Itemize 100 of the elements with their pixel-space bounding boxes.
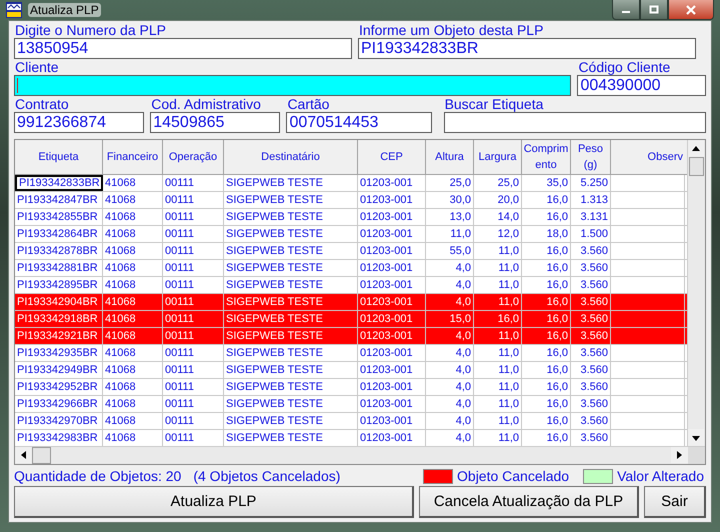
column-header[interactable]: Altura xyxy=(426,140,474,174)
table-cell: 11,0 xyxy=(474,328,522,344)
table-row[interactable]: PI193342878BR 41068 00111 SIGEPWEB TESTE 01203-001 55,0 11,0 16,0 3.560 xyxy=(15,243,687,260)
table-cell: 35,0 xyxy=(522,175,571,191)
table-cell: 01203-001 xyxy=(358,226,426,242)
table-cell: 01203-001 xyxy=(358,379,426,395)
horizontal-scrollbar[interactable] xyxy=(15,446,705,464)
table-row[interactable]: PI193342983BR 41068 00111 SIGEPWEB TESTE 01203-001 4,0 11,0 16,0 3.560 xyxy=(15,430,687,446)
table-cell: 41068 xyxy=(103,260,163,276)
scroll-thumb[interactable] xyxy=(32,447,51,464)
table-cell: 1.313 xyxy=(571,192,611,208)
column-header[interactable]: Destinatário xyxy=(224,140,358,174)
table-cell: 4,0 xyxy=(426,396,474,412)
column-header[interactable]: CEP xyxy=(358,140,426,174)
table-cell: 41068 xyxy=(103,379,163,395)
table-cell: PI193342878BR xyxy=(15,243,103,259)
legend-label: Valor Alterado xyxy=(617,468,704,484)
table-cell: 3.131 xyxy=(571,209,611,225)
column-header[interactable]: Largura xyxy=(474,140,522,174)
input-field[interactable]: 004390000 xyxy=(577,75,706,96)
table-row[interactable]: PI193342881BR 41068 00111 SIGEPWEB TESTE 01203-001 4,0 11,0 16,0 3.560 xyxy=(15,260,687,277)
table-row[interactable]: PI193342847BR 41068 00111 SIGEPWEB TESTE 01203-001 30,0 20,0 16,0 1.313 xyxy=(15,192,687,209)
field-label: Cliente xyxy=(14,60,60,75)
table-row[interactable]: PI193342966BR 41068 00111 SIGEPWEB TESTE 01203-001 4,0 11,0 16,0 3.560 xyxy=(15,396,687,413)
table-row[interactable]: PI193342949BR 41068 00111 SIGEPWEB TESTE 01203-001 4,0 11,0 16,0 3.560 xyxy=(15,362,687,379)
input-field[interactable]: PI193342833BR xyxy=(358,38,696,59)
table-cell: 11,0 xyxy=(474,379,522,395)
action-button[interactable]: Sair xyxy=(644,486,706,518)
table-row[interactable]: PI193342895BR 41068 00111 SIGEPWEB TESTE 01203-001 4,0 11,0 16,0 3.560 xyxy=(15,277,687,294)
table-cell: 3.560 xyxy=(571,413,611,429)
table-row[interactable]: PI193342952BR 41068 00111 SIGEPWEB TESTE 01203-001 4,0 11,0 16,0 3.560 xyxy=(15,379,687,396)
table-cell: 00111 xyxy=(163,362,224,378)
column-header[interactable]: Peso (g) xyxy=(571,140,611,174)
maximize-button[interactable] xyxy=(640,0,668,20)
close-button[interactable] xyxy=(668,0,714,20)
table-cell: 11,0 xyxy=(474,277,522,293)
scroll-right-icon[interactable] xyxy=(671,447,688,463)
field-label: Contrato xyxy=(14,97,70,112)
minimize-button[interactable] xyxy=(612,0,640,20)
table-cell: 3.560 xyxy=(571,396,611,412)
table-cell: 4,0 xyxy=(426,294,474,310)
table-cell: SIGEPWEB TESTE xyxy=(224,294,358,310)
field-label: Código Cliente xyxy=(577,60,672,75)
table-cell: 00111 xyxy=(163,192,224,208)
table-row[interactable]: PI193342855BR 41068 00111 SIGEPWEB TESTE 01203-001 13,0 14,0 16,0 3.131 xyxy=(15,209,687,226)
field-label: Informe um Objeto desta PLP xyxy=(358,23,544,38)
vertical-scrollbar[interactable] xyxy=(687,140,705,446)
column-header[interactable]: Observ xyxy=(611,140,685,174)
close-icon[interactable] xyxy=(685,4,697,14)
input-field[interactable]: 0070514453 xyxy=(286,112,432,133)
table-cell: 16,0 xyxy=(522,277,571,293)
table-row[interactable]: PI193342918BR 41068 00111 SIGEPWEB TESTE 01203-001 15,0 16,0 16,0 3.560 xyxy=(15,311,687,328)
table-cell: 16,0 xyxy=(522,345,571,361)
table-row[interactable]: PI193342864BR 41068 00111 SIGEPWEB TESTE 01203-001 11,0 12,0 18,0 1.500 xyxy=(15,226,687,243)
action-button[interactable]: Atualiza PLP xyxy=(14,486,414,518)
maximize-icon[interactable] xyxy=(649,5,659,14)
table-cell: 16,0 xyxy=(522,413,571,429)
table-cell: 41068 xyxy=(103,413,163,429)
column-header[interactable]: Operação xyxy=(163,140,224,174)
table-cell: 55,0 xyxy=(426,243,474,259)
table-cell: 00111 xyxy=(163,413,224,429)
scroll-down-icon[interactable] xyxy=(688,429,704,446)
table-cell: SIGEPWEB TESTE xyxy=(224,328,358,344)
table-cell: 11,0 xyxy=(474,243,522,259)
input-field[interactable] xyxy=(444,112,706,133)
table-cell: PI193342966BR xyxy=(15,396,103,412)
table-cell: 00111 xyxy=(163,379,224,395)
table-row[interactable]: PI193342904BR 41068 00111 SIGEPWEB TESTE 01203-001 4,0 11,0 16,0 3.560 xyxy=(15,294,687,311)
action-button[interactable]: Cancela Atualização da PLP xyxy=(419,486,639,518)
scroll-left-icon[interactable] xyxy=(15,447,32,463)
table-cell: SIGEPWEB TESTE xyxy=(224,396,358,412)
table-cell: 00111 xyxy=(163,328,224,344)
input-field[interactable]: 9912366874 xyxy=(14,112,144,133)
table-cell: 00111 xyxy=(163,175,224,191)
column-header[interactable]: Etiqueta xyxy=(15,140,103,174)
table-cell: 3.560 xyxy=(571,362,611,378)
table-cell: 00111 xyxy=(163,226,224,242)
input-field[interactable]: 13850954 xyxy=(14,38,352,59)
table-row[interactable]: PI193342833BR 41068 00111 SIGEPWEB TESTE 01203-001 25,0 25,0 35,0 5.250 xyxy=(15,175,687,192)
table-cell: 25,0 xyxy=(474,175,522,191)
table-row[interactable]: PI193342935BR 41068 00111 SIGEPWEB TESTE 01203-001 4,0 11,0 16,0 3.560 xyxy=(15,345,687,362)
scrollbar-corner xyxy=(688,447,705,464)
scroll-up-icon[interactable] xyxy=(688,140,704,157)
table-cell: 01203-001 xyxy=(358,277,426,293)
column-header[interactable]: Financeiro xyxy=(103,140,163,174)
table-cell: 01203-001 xyxy=(358,396,426,412)
column-header[interactable]: Comprim ento xyxy=(522,140,571,174)
table-cell: 16,0 xyxy=(522,396,571,412)
table-row[interactable]: PI193342970BR 41068 00111 SIGEPWEB TESTE 01203-001 4,0 11,0 16,0 3.560 xyxy=(15,413,687,430)
input-field[interactable]: 14509865 xyxy=(150,112,280,133)
input-field[interactable] xyxy=(14,75,572,96)
table-cell: 3.560 xyxy=(571,294,611,310)
table-cell: 16,0 xyxy=(522,294,571,310)
table-cell: 4,0 xyxy=(426,260,474,276)
table-row[interactable]: PI193342921BR 41068 00111 SIGEPWEB TESTE 01203-001 4,0 11,0 16,0 3.560 xyxy=(15,328,687,345)
scroll-thumb[interactable] xyxy=(689,157,704,176)
app-logo-icon xyxy=(6,2,22,18)
table-cell: 1.500 xyxy=(571,226,611,242)
table-cell: 11,0 xyxy=(474,362,522,378)
table-cell: 16,0 xyxy=(522,243,571,259)
